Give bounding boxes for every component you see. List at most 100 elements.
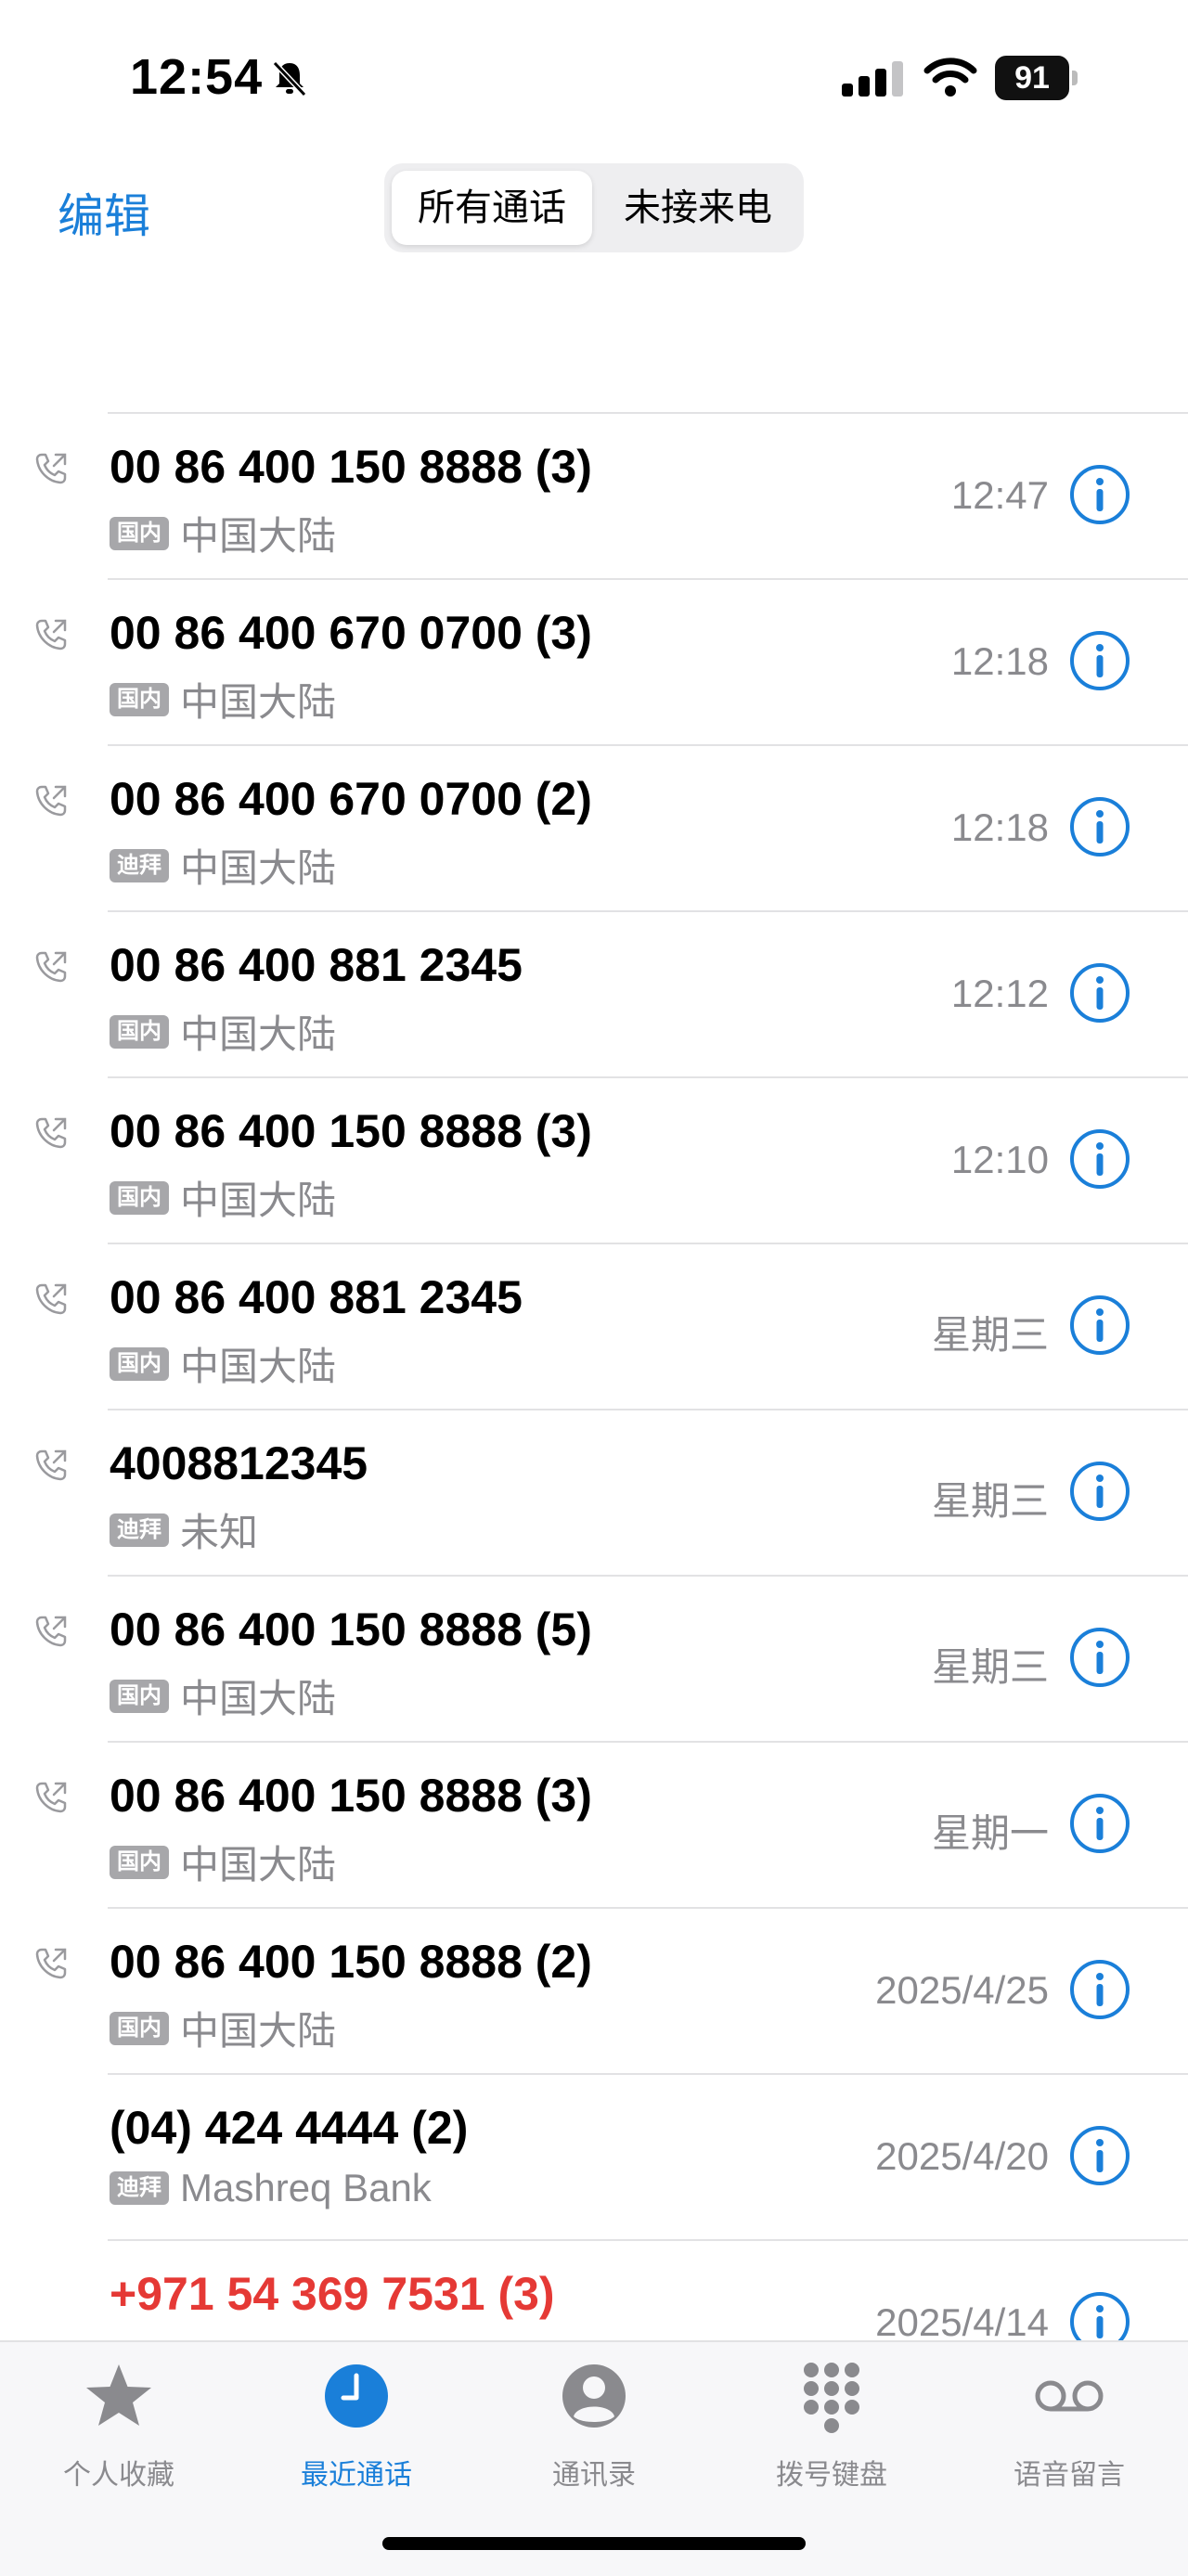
call-row[interactable]: 00 86 400 670 0700 (2) 迪拜 中国大陆 12:18 <box>0 746 1188 912</box>
voicemail-icon <box>1035 2380 1104 2412</box>
status-time: 12:54 <box>130 49 264 105</box>
home-indicator <box>382 2537 806 2550</box>
call-row[interactable]: 00 86 400 150 8888 (3) 国内 中国大陆 12:10 <box>0 1078 1188 1244</box>
outgoing-call-icon <box>33 947 71 985</box>
call-details: 迪拜 中国大陆 <box>110 837 336 890</box>
tab-contacts[interactable]: 通讯录 <box>475 2342 713 2509</box>
call-time: 12:10 <box>950 1138 1049 1181</box>
call-number: 00 86 400 150 8888 (3) <box>110 441 592 493</box>
tab-label: 最近通话 <box>301 2460 412 2491</box>
call-number: 00 86 400 670 0700 (2) <box>110 773 592 825</box>
tab-voicemail[interactable]: 语音留言 <box>950 2342 1188 2509</box>
info-icon[interactable] <box>1069 2125 1130 2186</box>
tab-label: 拨号键盘 <box>776 2460 887 2491</box>
call-time: 2025/4/14 <box>875 2300 1049 2344</box>
call-details: 国内 中国大陆 <box>110 2000 336 2053</box>
wifi-icon <box>923 58 977 97</box>
call-number: 00 86 400 150 8888 (3) <box>110 1105 592 1157</box>
info-icon[interactable] <box>1069 962 1130 1024</box>
call-details: 国内 中国大陆 <box>110 505 336 558</box>
call-number: 00 86 400 150 8888 (2) <box>110 1936 592 1988</box>
cellular-signal-icon <box>842 61 903 97</box>
call-location: 中国大陆 <box>180 1179 337 1222</box>
info-icon[interactable] <box>1069 630 1130 691</box>
clock-icon <box>325 2364 388 2428</box>
call-number: 00 86 400 670 0700 (3) <box>110 607 592 659</box>
call-row[interactable]: 00 86 400 150 8888 (2) 国内 中国大陆 2025/4/25 <box>0 1909 1188 2075</box>
call-details: 国内 中国大陆 <box>110 1335 336 1388</box>
sim-badge: 国内 <box>110 1845 169 1879</box>
call-location: 中国大陆 <box>180 514 337 558</box>
call-number: +971 54 369 7531 (3) <box>110 2268 555 2320</box>
info-icon[interactable] <box>1069 1959 1130 2020</box>
info-icon[interactable] <box>1069 1128 1130 1190</box>
call-row[interactable]: 00 86 400 150 8888 (3) 国内 中国大陆 12:47 <box>0 414 1188 580</box>
sim-badge: 迪拜 <box>110 2171 169 2205</box>
call-row[interactable]: 00 86 400 150 8888 (5) 国内 中国大陆 星期三 <box>0 1577 1188 1743</box>
sim-badge: 迪拜 <box>110 848 169 882</box>
call-location: 未知 <box>180 1511 259 1554</box>
call-location: 中国大陆 <box>180 1012 337 1056</box>
info-icon[interactable] <box>1069 796 1130 857</box>
call-number: 00 86 400 150 8888 (5) <box>110 1604 592 1655</box>
outgoing-call-icon <box>33 1446 71 1483</box>
call-row[interactable]: 00 86 400 670 0700 (3) 国内 中国大陆 12:18 <box>0 580 1188 746</box>
call-details: 迪拜 Mashreq Bank <box>110 2166 432 2209</box>
call-details: 国内 中国大陆 <box>110 1668 336 1720</box>
bell-slash-icon <box>272 60 307 97</box>
outgoing-call-icon <box>33 1612 71 1649</box>
sim-badge: 国内 <box>110 1014 169 1049</box>
call-time: 2025/4/25 <box>875 1968 1049 2012</box>
call-row[interactable]: 00 86 400 881 2345 国内 中国大陆 星期三 <box>0 1244 1188 1410</box>
call-time: 12:18 <box>950 639 1049 683</box>
call-number: (04) 424 4444 (2) <box>110 2102 469 2154</box>
edit-button[interactable]: 编辑 <box>58 179 150 246</box>
call-details: 国内 中国大陆 <box>110 1834 336 1887</box>
call-details: 国内 中国大陆 <box>110 1003 336 1056</box>
info-icon[interactable] <box>1069 1627 1130 1688</box>
sim-badge: 国内 <box>110 1679 169 1713</box>
outgoing-call-icon <box>33 615 71 652</box>
call-location: 中国大陆 <box>180 1345 337 1388</box>
call-number: 00 86 400 881 2345 <box>110 1271 523 1323</box>
tab-favorites[interactable]: 个人收藏 <box>0 2342 238 2509</box>
call-location: Mashreq Bank <box>180 2166 432 2209</box>
info-icon[interactable] <box>1069 464 1130 525</box>
outgoing-call-icon <box>33 781 71 818</box>
call-time: 星期三 <box>931 1313 1049 1357</box>
call-row[interactable]: 00 86 400 881 2345 国内 中国大陆 12:12 <box>0 912 1188 1078</box>
call-location: 中国大陆 <box>180 1843 337 1887</box>
sim-badge: 国内 <box>110 1346 169 1381</box>
sim-badge: 国内 <box>110 2011 169 2045</box>
sim-badge: 迪拜 <box>110 1513 169 1547</box>
outgoing-call-icon <box>33 449 71 486</box>
outgoing-call-icon <box>33 1778 71 1815</box>
call-details: 迪拜 未知 <box>110 1501 258 1554</box>
info-icon[interactable] <box>1069 1793 1130 1854</box>
call-filter-segmented-control: 所有通话 未接来电 <box>384 163 804 252</box>
call-time: 2025/4/20 <box>875 2134 1049 2178</box>
call-number: 4008812345 <box>110 1437 368 1489</box>
tab-recents[interactable]: 最近通话 <box>238 2342 475 2509</box>
call-time: 12:47 <box>950 473 1049 517</box>
call-row[interactable]: (04) 424 4444 (2) 迪拜 Mashreq Bank 2025/4/20 <box>0 2075 1188 2241</box>
segment-missed-calls[interactable]: 未接来电 <box>600 171 796 245</box>
battery-level: 91 <box>995 56 1069 100</box>
call-details: 国内 中国大陆 <box>110 671 336 724</box>
outgoing-call-icon <box>33 1114 71 1151</box>
sim-badge: 国内 <box>110 682 169 716</box>
keypad-icon <box>804 2363 859 2433</box>
info-icon[interactable] <box>1069 1461 1130 1522</box>
call-row[interactable]: 4008812345 迪拜 未知 星期三 <box>0 1410 1188 1577</box>
battery-indicator: 91 <box>995 56 1078 100</box>
call-row[interactable]: 00 86 400 150 8888 (3) 国内 中国大陆 星期一 <box>0 1743 1188 1909</box>
segment-all-calls[interactable]: 所有通话 <box>392 171 592 245</box>
tab-keypad[interactable]: 拨号键盘 <box>713 2342 950 2509</box>
call-location: 中国大陆 <box>180 1677 337 1720</box>
outgoing-call-icon <box>33 1944 71 1981</box>
outgoing-call-icon <box>33 1280 71 1317</box>
call-location: 中国大陆 <box>180 680 337 724</box>
sim-badge: 国内 <box>110 1180 169 1215</box>
info-icon[interactable] <box>1069 1294 1130 1356</box>
tab-label: 通讯录 <box>552 2460 636 2491</box>
